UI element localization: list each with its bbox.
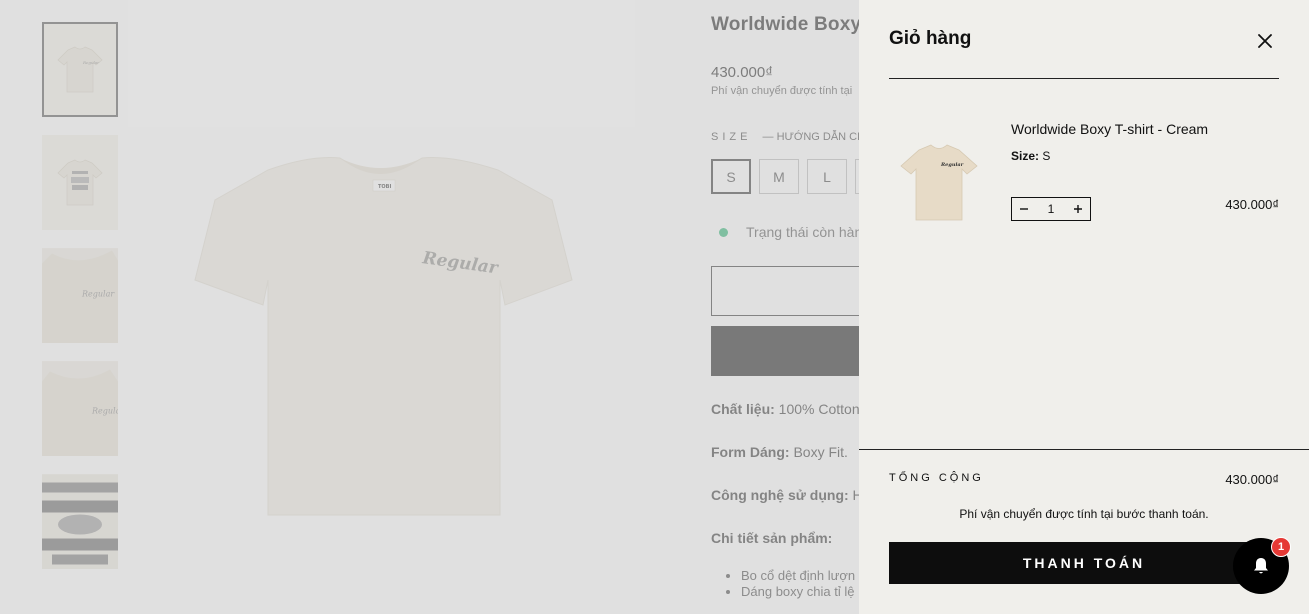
cart-header-divider (889, 78, 1279, 79)
total-value: 430.000₫ (1225, 472, 1279, 487)
checkout-button[interactable]: THANH TOÁN (889, 542, 1279, 584)
decrease-quantity-button[interactable] (1012, 198, 1036, 220)
plus-icon (1074, 205, 1082, 213)
quantity-stepper: 1 (1011, 197, 1091, 221)
cart-item-variant: Size: S (1011, 149, 1050, 163)
cart-drawer: Giỏ hàng Regular Worldwide Boxy T-shirt … (859, 0, 1309, 614)
increase-quantity-button[interactable] (1066, 198, 1090, 220)
cart-item-name[interactable]: Worldwide Boxy T-shirt - Cream (1011, 121, 1208, 137)
cart-item-variant-label: Size: (1011, 149, 1040, 163)
notification-badge: 1 (1271, 537, 1291, 557)
cart-item-print-text: Regular (940, 162, 964, 168)
close-cart-button[interactable] (1254, 30, 1276, 52)
cart-footer-divider (859, 449, 1309, 450)
cart-item-price: 430.000₫ (1225, 197, 1279, 212)
cart-item: Regular Worldwide Boxy T-shirt - Cream S… (889, 110, 1279, 230)
total-label: TỔNG CỘNG (889, 472, 984, 484)
close-icon (1258, 34, 1272, 48)
cart-title: Giỏ hàng (889, 28, 972, 49)
cart-item-variant-value: S (1039, 149, 1051, 163)
minus-icon (1020, 208, 1028, 210)
quantity-value[interactable]: 1 (1048, 202, 1055, 216)
cart-item-image[interactable]: Regular (889, 128, 989, 233)
bell-icon (1254, 558, 1268, 574)
cart-shipping-note: Phí vận chuyển được tính tại bước thanh … (959, 507, 1209, 521)
